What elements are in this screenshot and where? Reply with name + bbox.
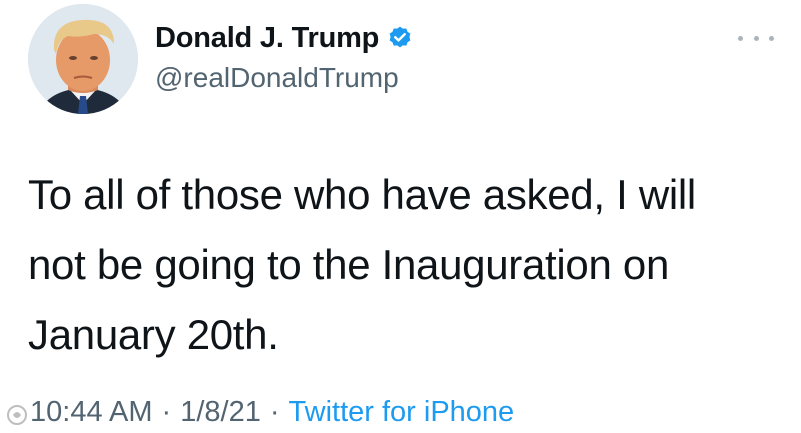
dot-icon	[738, 35, 743, 41]
more-options-icon[interactable]	[738, 28, 774, 48]
tweet-date[interactable]: 1/8/21	[180, 396, 261, 429]
user-handle[interactable]: @realDonaldTrump	[155, 62, 399, 94]
author-name-row: Donald J. Trump	[155, 18, 413, 58]
avatar-image	[28, 4, 138, 114]
tweet-text-line: To all of those who have asked, I will	[28, 171, 696, 218]
avatar[interactable]	[28, 4, 138, 114]
tweet-source-link[interactable]: Twitter for iPhone	[289, 396, 515, 429]
tweet-text: To all of those who have asked, I will n…	[28, 160, 768, 370]
tweet-text-line: January 20th.	[28, 311, 279, 358]
meta-separator: ·	[161, 396, 172, 428]
tweet-card: Donald J. Trump @realDonaldTrump To all …	[0, 0, 801, 433]
dot-icon	[769, 35, 774, 41]
tweet-meta: 10:44 AM · 1/8/21 · Twitter for iPhone	[30, 396, 514, 429]
watermark	[6, 404, 28, 426]
tweet-time[interactable]: 10:44 AM	[30, 396, 153, 429]
tweet-text-line: not be going to the Inauguration on	[28, 241, 670, 288]
dot-icon	[753, 35, 759, 41]
meta-separator: ·	[269, 396, 280, 428]
verified-badge-icon	[387, 25, 413, 51]
watermark-logo-icon	[7, 405, 27, 425]
display-name[interactable]: Donald J. Trump	[155, 22, 379, 55]
